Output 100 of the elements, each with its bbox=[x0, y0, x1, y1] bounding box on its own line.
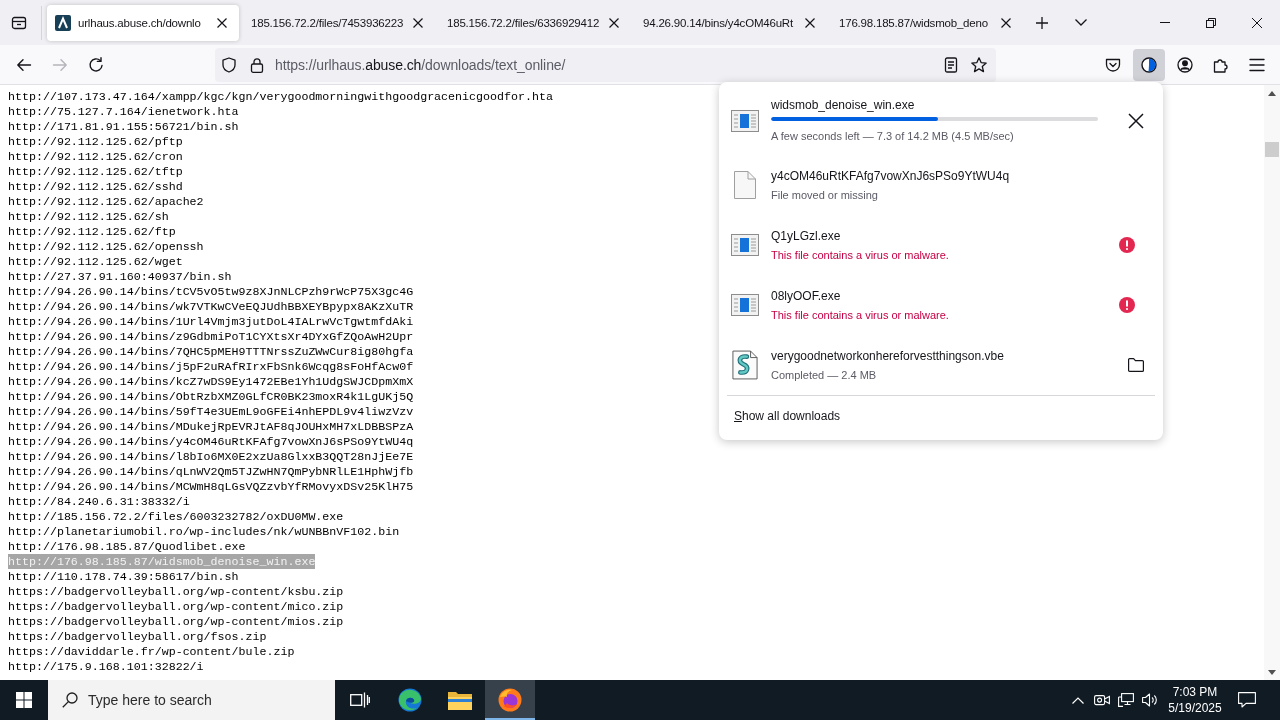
download-status: This file contains a virus or malware. bbox=[771, 307, 949, 322]
shield-icon[interactable] bbox=[221, 56, 237, 73]
text-line: http://176.98.185.87/Quodlibet.exe bbox=[8, 539, 246, 554]
text-line: http://92.112.125.62/sshd bbox=[8, 179, 183, 194]
progress-ring-icon bbox=[1141, 56, 1157, 73]
close-icon[interactable] bbox=[1252, 17, 1262, 28]
close-icon[interactable] bbox=[609, 17, 619, 28]
text-line: http://94.26.90.14/bins/7QHC5pMEH9TTTNrssZuZWwCur8ig80hgfa bbox=[8, 344, 414, 359]
text-line: http://92.112.125.62/tftp bbox=[8, 164, 183, 179]
camera-icon[interactable] bbox=[1094, 693, 1110, 707]
scrollbar[interactable] bbox=[1264, 85, 1280, 680]
download-status: A few seconds left — 7.3 of 14.2 MB (4.5 MB/sec) bbox=[771, 129, 1014, 143]
text-line: http://107.173.47.164/xampp/kgc/kgn/verygoodmorningwithgoodgracenicgoodfor.hta bbox=[8, 89, 553, 104]
file-name: y4cOM46uRtKFAfg7vowXnJ6sPSo9YtWU4q bbox=[771, 168, 1010, 183]
close-icon[interactable] bbox=[217, 17, 227, 28]
tab[interactable]: 185.156.72.2/files/6336929412 bbox=[439, 4, 631, 41]
scrollbar-thumb[interactable] bbox=[1265, 142, 1279, 157]
download-status: File moved or missing bbox=[771, 187, 878, 202]
text-line: https://badgervolleyball.org/fsos.zip bbox=[8, 629, 267, 644]
plus-icon[interactable] bbox=[1036, 16, 1048, 29]
notification-icon[interactable] bbox=[1238, 692, 1256, 708]
text-line: http://171.81.91.155:56721/bin.sh bbox=[8, 119, 239, 134]
text-line: http://84.240.6.31:38332/i bbox=[8, 494, 190, 509]
restore-icon[interactable] bbox=[1206, 17, 1216, 28]
text-line: http://92.112.125.62/pftp bbox=[8, 134, 183, 149]
folder-icon[interactable] bbox=[1128, 357, 1144, 373]
text-line: http://94.26.90.14/bins/y4cOM46uRtKFAfg7vowXnJ6sPSo9YtWU4q bbox=[8, 434, 414, 449]
text-line: http://92.112.125.62/sh bbox=[8, 209, 169, 224]
back-arrow-icon[interactable] bbox=[16, 56, 32, 73]
star-icon[interactable] bbox=[971, 56, 987, 73]
text-line: http://94.26.90.14/bins/kcZ7wDS9Ey1472EBe1Yh1UdgSWJCDpmXmX bbox=[8, 374, 414, 389]
text-line: http://185.156.72.2/files/6003232782/oxDU0MW.exe bbox=[8, 509, 344, 524]
close-icon[interactable] bbox=[1128, 112, 1144, 129]
text-line: http://94.26.90.14/bins/qLnWV2Qm5TJZwHN7QmPybNRlLE1HphWjfb bbox=[8, 464, 414, 479]
file-name: 08lyOOF.exe bbox=[771, 288, 841, 303]
text-line: http://94.26.90.14/bins/1Url4Vmjm3jutDoL4IALrwVcTgwtmfdAki bbox=[8, 314, 414, 329]
download-status: Completed — 2.4 MB bbox=[771, 367, 877, 382]
taskbar-app-button[interactable] bbox=[485, 680, 535, 720]
blank-file-icon bbox=[734, 171, 756, 199]
reload-icon[interactable] bbox=[88, 56, 104, 73]
text-line: http://94.26.90.14/bins/ObtRzbXMZ0GLfCR0BK23moxR4k1LgUKj5Q bbox=[8, 389, 414, 404]
text-line: http://75.127.7.164/ienetwork.hta bbox=[8, 104, 239, 119]
pocket-icon[interactable] bbox=[1105, 56, 1121, 73]
chevron-up-icon[interactable] bbox=[1072, 696, 1084, 704]
text-line: http://175.9.168.101:32822/i bbox=[8, 659, 204, 674]
task-view-icon[interactable] bbox=[350, 692, 370, 708]
account-icon[interactable] bbox=[1177, 56, 1193, 73]
puzzle-icon[interactable] bbox=[1213, 56, 1229, 73]
text-line: https://badgervolleyball.org/wp-content/ksbu.zip bbox=[8, 584, 344, 599]
url-text: https://urlhaus.abuse.ch/downloads/text_online/ bbox=[275, 56, 566, 73]
windows-icon[interactable] bbox=[16, 692, 32, 708]
file-name: widsmob_denoise_win.exe bbox=[771, 98, 915, 112]
program-file-icon bbox=[731, 294, 759, 316]
tab[interactable]: 185.156.72.2/files/7453936223 bbox=[243, 4, 435, 41]
clock-date: 5/19/2025 bbox=[1168, 700, 1222, 716]
address-bar[interactable]: https://urlhaus.abuse.ch/downloads/text_online/ bbox=[215, 47, 996, 82]
text-line: https://badgervolleyball.org/wp-content/mios.zip bbox=[8, 614, 344, 629]
tab[interactable]: 94.26.90.14/bins/y4cOM46uRt bbox=[635, 4, 827, 41]
browser-icon bbox=[498, 688, 522, 712]
text-line: http://94.26.90.14/bins/MCWmH8qLGsVQZzvbYfRMovyxDSv25KlH75 bbox=[8, 479, 414, 494]
text-line: http://110.178.74.39:58617/bin.sh bbox=[8, 569, 239, 584]
lock-icon[interactable] bbox=[249, 56, 265, 73]
text-line: http://27.37.91.160:40937/bin.sh bbox=[8, 269, 232, 284]
network-icon[interactable] bbox=[1118, 693, 1134, 707]
program-file-icon bbox=[731, 109, 759, 132]
browser-icon[interactable] bbox=[398, 688, 422, 712]
menu-icon[interactable] bbox=[1249, 56, 1265, 73]
reader-view-icon[interactable] bbox=[943, 56, 959, 73]
text-line: http://94.26.90.14/bins/j5pF2uRAfRIrxFbSnk6Wcqg8sFoHfAcw0f bbox=[8, 359, 414, 374]
program-file-icon bbox=[731, 234, 759, 256]
text-line: http://92.112.125.62/cron bbox=[8, 149, 183, 164]
text-line: http://92.112.125.62/wget bbox=[8, 254, 183, 269]
text-line: http://planetariumobil.ro/wp-includes/nk/wUNBBnVF102.bin bbox=[8, 524, 400, 539]
close-icon[interactable] bbox=[1001, 17, 1011, 28]
file-name: verygoodnetworkonhereforvestthingson.vbe bbox=[771, 348, 1004, 363]
text-line: http://92.112.125.62/ftp bbox=[8, 224, 176, 239]
downloads-button[interactable] bbox=[1133, 48, 1165, 81]
text-line: http://92.112.125.62/apache2 bbox=[8, 194, 204, 209]
alert-icon bbox=[1119, 297, 1135, 313]
text-line: http://94.26.90.14/bins/59fT4e3UEmL9oGFEi4nhEPDL9v4liwzVzv bbox=[8, 404, 414, 419]
search-icon bbox=[62, 692, 78, 708]
show-all-downloads-link[interactable]: Show all downloads bbox=[734, 409, 841, 423]
text-line: http://92.112.125.62/openssh bbox=[8, 239, 204, 254]
box-icon[interactable] bbox=[11, 14, 27, 31]
speaker-icon[interactable] bbox=[1142, 693, 1158, 707]
scroll-down-arrow-icon[interactable] bbox=[1268, 669, 1276, 675]
search-field[interactable]: Type here to search bbox=[48, 680, 335, 720]
alert-icon bbox=[1119, 237, 1135, 253]
chevron-down-icon[interactable] bbox=[1075, 19, 1087, 26]
script-file-icon bbox=[732, 350, 758, 380]
text-line: https://badgervolleyball.org/wp-content/mico.zip bbox=[8, 599, 344, 614]
close-icon[interactable] bbox=[805, 17, 815, 28]
scroll-up-arrow-icon[interactable] bbox=[1268, 90, 1276, 96]
close-icon[interactable] bbox=[413, 17, 423, 28]
tab[interactable]: 176.98.185.87/widsmob_deno bbox=[831, 4, 1023, 41]
file-name: Q1yLGzl.exe bbox=[771, 228, 841, 243]
download-status: This file contains a virus or malware. bbox=[771, 247, 949, 262]
text-line: http://94.26.90.14/bins/tCV5vO5tw9z8XJnNLCPzh9rWcP75X3gc4G bbox=[8, 284, 414, 299]
text-line: https://daviddarle.fr/wp-content/bule.zip bbox=[8, 644, 295, 659]
tab[interactable]: urlhaus.abuse.ch/downlo bbox=[47, 4, 239, 41]
